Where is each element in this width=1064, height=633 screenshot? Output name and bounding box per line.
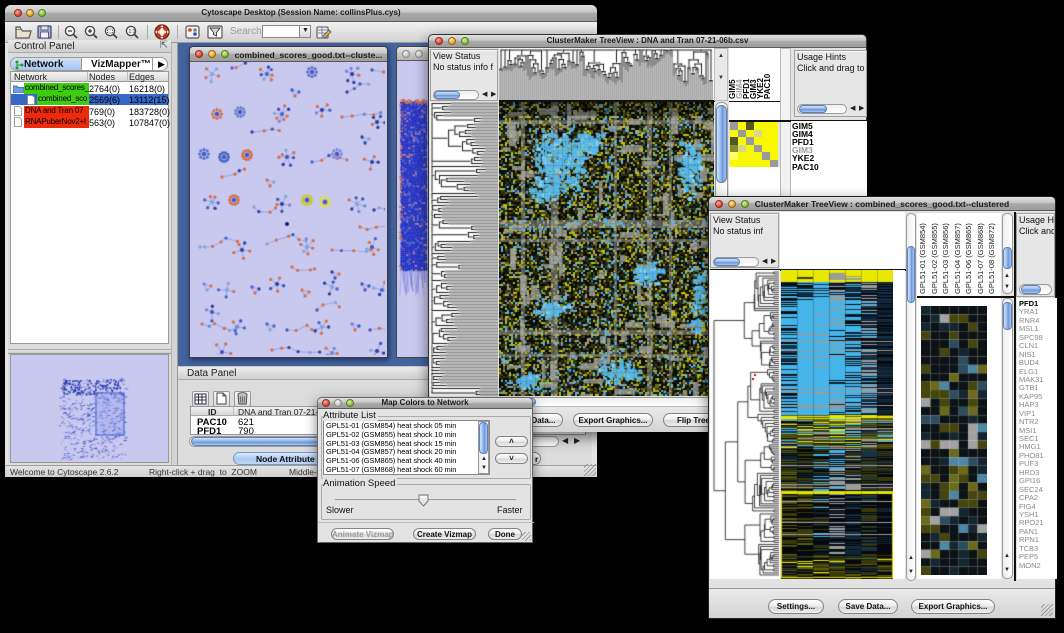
svg-text:1:1: 1:1 [129, 29, 136, 35]
